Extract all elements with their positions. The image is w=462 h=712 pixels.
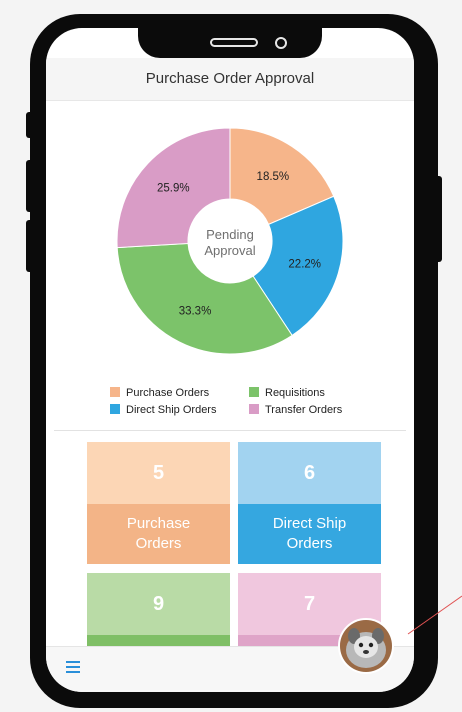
legend-swatch	[110, 404, 120, 414]
camera-icon	[275, 37, 287, 49]
legend-swatch	[110, 387, 120, 397]
legend-label: Transfer Orders	[265, 404, 343, 416]
tile-count-area: 5	[87, 442, 230, 504]
tile-label-area: Direct Ship Orders	[238, 504, 381, 564]
legend-label: Direct Ship Orders	[126, 404, 217, 416]
pie-slice-label: 33.3%	[179, 306, 212, 318]
hamburger-menu-icon[interactable]	[66, 661, 80, 673]
legend-item-transfer-orders[interactable]: Transfer Orders	[249, 403, 342, 417]
tile-count: 6	[303, 462, 316, 484]
legend-item-purchase-orders[interactable]: Purchase Orders	[110, 386, 209, 400]
legend-label: Requisitions	[265, 387, 325, 399]
tile-label-line2: Orders	[286, 535, 333, 552]
dog-avatar-icon[interactable]	[338, 618, 394, 674]
tile-count-area: 9	[87, 573, 230, 635]
pie-slice-requisitions[interactable]	[116, 242, 293, 355]
page-title: Purchase Order Approval	[145, 70, 315, 87]
tile-direct-ship-orders[interactable]: 6 Direct Ship Orders	[238, 442, 381, 564]
header-bar: Purchase Order Approval	[46, 58, 414, 101]
section-divider	[54, 430, 406, 431]
tile-label: Direct Ship Orders	[238, 514, 381, 554]
tile-label: Purchase Orders	[87, 514, 230, 554]
legend-label: Purchase Orders	[126, 387, 210, 399]
pie-slice-label: 25.9%	[157, 182, 190, 194]
speaker-icon	[210, 38, 258, 47]
legend-swatch	[249, 387, 259, 397]
tile-count: 9	[152, 593, 165, 615]
phone-screen: Purchase Order Approval 18.5% 22.2% 33.3% 2…	[46, 28, 414, 692]
tile-label-line2: Orders	[135, 535, 182, 552]
tile-count-area: 6	[238, 442, 381, 504]
tile-purchase-orders[interactable]: 5 Purchase Orders	[87, 442, 230, 564]
pie-slice-label: 18.5%	[257, 171, 290, 183]
tile-requisitions[interactable]: 9	[87, 573, 230, 653]
chart-center-line2: Approval	[204, 243, 256, 258]
chart-center-label: Pending Approval	[184, 227, 276, 259]
tile-label-line1: Direct Ship	[272, 515, 347, 532]
legend-item-direct-ship-orders[interactable]: Direct Ship Orders	[110, 403, 216, 417]
legend-item-requisitions[interactable]: Requisitions	[249, 386, 325, 400]
legend-swatch	[249, 404, 259, 414]
tile-label-line1: Purchase	[126, 515, 191, 532]
tile-label-area: Purchase Orders	[87, 504, 230, 564]
tile-count: 5	[152, 462, 165, 484]
chart-center-line1: Pending	[206, 227, 254, 242]
pie-slice-label: 22.2%	[288, 258, 321, 270]
